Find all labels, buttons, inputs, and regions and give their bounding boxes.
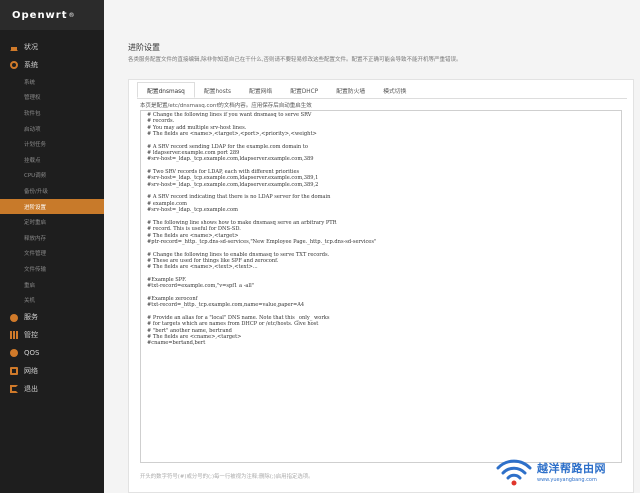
logout-icon (10, 384, 18, 393)
submenu-item-startup[interactable]: 启动项 (0, 121, 104, 137)
qos-icon (10, 348, 18, 357)
config-editor[interactable]: # Change the following lines if you want… (140, 110, 622, 463)
sidebar-item-status[interactable]: 状况 (0, 38, 104, 56)
sidebar-item-label: 管控 (24, 330, 38, 339)
sidebar-item-control[interactable]: 管控 (0, 326, 104, 344)
page-description: 各类服务配置文件的直接编辑,除非你知道自己在干什么,否则请不要轻易修改这些配置文… (128, 57, 462, 63)
network-icon (10, 366, 18, 375)
main-content: 进阶设置 各类服务配置文件的直接编辑,除非你知道自己在干什么,否则请不要轻易修改… (104, 0, 640, 493)
sidebar-item-label: 网络 (24, 366, 38, 375)
watermark: 越洋帮路由网 www.yueyangbang.com (495, 452, 635, 490)
sidebar-item-label: 系统 (24, 61, 38, 69)
section-description: 本页是配置/etc/dnsmasq.conf的文档内容。应用保存后自动重启生效 (140, 103, 312, 109)
submenu-item-system[interactable]: 系统 (0, 74, 104, 90)
tab-dnsmasq[interactable]: 配置dnsmasq (137, 82, 195, 98)
brand-name: Openwrt (12, 9, 68, 21)
wifi-logo-icon (495, 454, 533, 488)
home-icon (10, 43, 18, 51)
submenu-item-shutdown[interactable]: 关机 (0, 292, 104, 308)
tab-bar: 配置dnsmasq 配置hosts 配置网络 配置DHCP 配置防火墙 模式切换 (137, 82, 415, 98)
sidebar-item-label: QOS (24, 348, 40, 357)
brand-mark: ® (68, 11, 75, 19)
submenu-item-admin[interactable]: 管理权 (0, 90, 104, 106)
tab-network[interactable]: 配置网络 (240, 82, 281, 98)
tab-hosts[interactable]: 配置hosts (195, 82, 240, 98)
watermark-name: 越洋帮路由网 (537, 461, 606, 475)
sidebar-item-system[interactable]: 系统 (0, 56, 104, 74)
page-title: 进阶设置 (128, 43, 160, 52)
control-icon (10, 330, 18, 339)
submenu-item-cron[interactable]: 计划任务 (0, 136, 104, 152)
tab-firewall[interactable]: 配置防火墙 (327, 82, 374, 98)
watermark-text: 越洋帮路由网 www.yueyangbang.com (537, 460, 606, 483)
watermark-url: www.yueyangbang.com (537, 476, 597, 483)
submenu-item-backup[interactable]: 备份/升级 (0, 183, 104, 199)
submenu-item-file-manager[interactable]: 文件管理 (0, 246, 104, 262)
brand-logo[interactable]: Openwrt ® (0, 0, 104, 30)
sidebar-item-qos[interactable]: QOS (0, 344, 104, 362)
tab-dhcp[interactable]: 配置DHCP (281, 82, 327, 98)
sidebar-item-logout[interactable]: 退出 (0, 380, 104, 398)
sidebar-item-label: 退出 (24, 384, 38, 393)
gear-icon (10, 61, 18, 69)
comment-hint: 开头的数字符号(#)或分号的(;)每一行被视为注释;删除(;)启用指定选项。 (140, 474, 314, 480)
submenu-item-cpufreq[interactable]: CPU调频 (0, 168, 104, 184)
cloud-icon (10, 313, 18, 322)
submenu-item-file-transfer[interactable]: 文件传输 (0, 261, 104, 277)
sidebar: Openwrt ® 状况 系统 系统 管理权 软件包 启动项 计划任务 挂载点 C… (0, 0, 104, 493)
submenu-item-scheduled-reboot[interactable]: 定时重启 (0, 214, 104, 230)
submenu-item-free-memory[interactable]: 释放内存 (0, 230, 104, 246)
sidebar-item-network[interactable]: 网络 (0, 362, 104, 380)
submenu-item-mounts[interactable]: 挂载点 (0, 152, 104, 168)
tab-divider (137, 98, 627, 99)
sidebar-menu: 状况 系统 系统 管理权 软件包 启动项 计划任务 挂载点 CPU调频 备份/升… (0, 30, 104, 398)
config-panel: 配置dnsmasq 配置hosts 配置网络 配置DHCP 配置防火墙 模式切换… (128, 79, 634, 493)
sidebar-item-label: 服务 (24, 312, 38, 321)
submenu-item-reboot[interactable]: 重启 (0, 277, 104, 293)
config-text[interactable]: # Change the following lines if you want… (147, 112, 615, 347)
sidebar-item-services[interactable]: 服务 (0, 308, 104, 326)
tab-mode-switch[interactable]: 模式切换 (374, 82, 415, 98)
submenu-item-software[interactable]: 软件包 (0, 105, 104, 121)
sidebar-item-label: 状况 (24, 43, 38, 51)
submenu-item-advanced[interactable]: 进阶设置 (0, 198, 104, 215)
